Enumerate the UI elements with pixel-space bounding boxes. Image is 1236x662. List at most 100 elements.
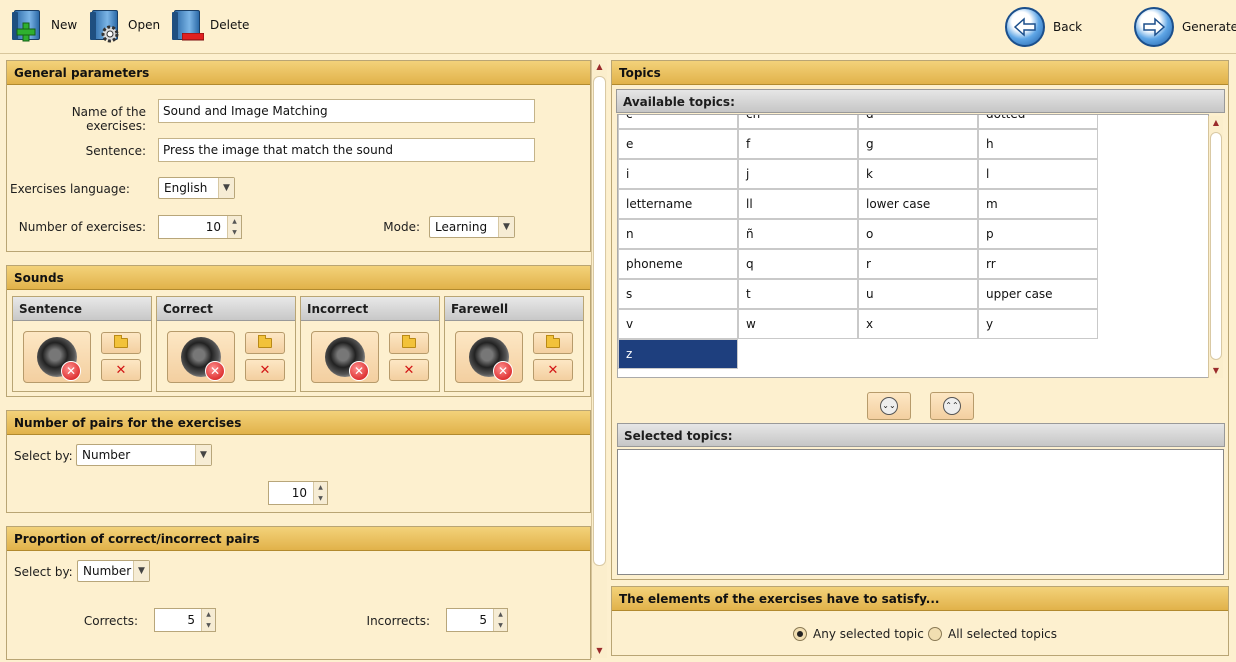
mode-select[interactable]: Learning ▼ <box>429 216 515 238</box>
topic-cell[interactable]: dotted <box>978 115 1098 129</box>
topic-cell[interactable]: g <box>858 129 978 159</box>
topic-cell[interactable]: n <box>618 219 738 249</box>
pairs-select[interactable]: Number ▼ <box>76 444 212 466</box>
satisfy-title: The elements of the exercises have to sa… <box>612 587 1228 611</box>
topic-cell[interactable]: y <box>978 309 1098 339</box>
selected-topics-list[interactable] <box>617 449 1224 575</box>
speaker-icon: ✕ <box>469 337 513 381</box>
left-scrollbar[interactable]: ▲ ▼ <box>591 60 607 658</box>
spinner-buttons[interactable]: ▲ ▼ <box>493 609 507 631</box>
topic-cell[interactable]: m <box>978 189 1098 219</box>
proportion-select[interactable]: Number ▼ <box>77 560 150 582</box>
clear-farewell-button[interactable]: ✕ <box>533 359 573 381</box>
topic-cell[interactable]: p <box>978 219 1098 249</box>
scroll-down-icon[interactable]: ▼ <box>592 644 607 658</box>
scroll-up-icon[interactable]: ▲ <box>592 60 607 74</box>
topic-cell[interactable]: e <box>618 129 738 159</box>
topic-cell[interactable]: d <box>858 115 978 129</box>
chevron-down-icon: ▼ <box>133 561 149 581</box>
topic-cell[interactable]: phoneme <box>618 249 738 279</box>
clear-incorrect-button[interactable]: ✕ <box>389 359 429 381</box>
topic-cell[interactable]: rr <box>978 249 1098 279</box>
play-sentence-button[interactable]: ✕ <box>23 331 91 383</box>
spinner-up-icon[interactable]: ▲ <box>494 609 507 620</box>
spinner-down-icon[interactable]: ▼ <box>494 620 507 631</box>
all-topics-radio[interactable]: All selected topics <box>928 627 1057 641</box>
scroll-down-icon[interactable]: ▼ <box>1209 364 1223 378</box>
topic-cell[interactable]: r <box>858 249 978 279</box>
language-select[interactable]: English ▼ <box>158 177 235 199</box>
topic-cell[interactable]: lettername <box>618 189 738 219</box>
sounds-title: Sounds <box>7 266 590 290</box>
any-topic-radio[interactable]: Any selected topic <box>793 627 924 641</box>
forward-arrow-icon <box>1134 7 1174 47</box>
radio-selected-icon <box>793 627 807 641</box>
add-topic-button[interactable]: ⌄⌄ <box>867 392 911 420</box>
all-topics-label: All selected topics <box>948 627 1058 641</box>
open-correct-button[interactable] <box>245 332 285 354</box>
folder-icon <box>546 335 560 348</box>
spinner-down-icon[interactable]: ▼ <box>228 227 241 238</box>
topic-cell[interactable]: w <box>738 309 858 339</box>
topic-cell[interactable]: t <box>738 279 858 309</box>
play-incorrect-button[interactable]: ✕ <box>311 331 379 383</box>
chevron-down-icon: ▼ <box>218 178 234 198</box>
topic-cell[interactable]: q <box>738 249 858 279</box>
name-input[interactable]: Sound and Image Matching <box>158 99 535 123</box>
topic-cell[interactable]: ch <box>738 115 858 129</box>
play-farewell-button[interactable]: ✕ <box>455 331 523 383</box>
topic-cell[interactable]: h <box>978 129 1098 159</box>
satisfy-panel: The elements of the exercises have to sa… <box>611 586 1229 656</box>
topic-cell[interactable]: f <box>738 129 858 159</box>
topic-cell[interactable]: s <box>618 279 738 309</box>
topic-cell[interactable]: upper case <box>978 279 1098 309</box>
number-exercises-spinner[interactable]: 10 ▲ ▼ <box>158 215 242 239</box>
play-correct-button[interactable]: ✕ <box>167 331 235 383</box>
open-sentence-button[interactable] <box>101 332 141 354</box>
incorrects-spinner[interactable]: 5 ▲ ▼ <box>446 608 508 632</box>
scroll-up-icon[interactable]: ▲ <box>1209 116 1223 130</box>
spinner-buttons[interactable]: ▲ ▼ <box>313 482 327 504</box>
topic-cell[interactable]: z <box>618 339 738 369</box>
topic-cell[interactable]: l <box>978 159 1098 189</box>
sentence-input[interactable]: Press the image that match the sound <box>158 138 535 162</box>
spinner-down-icon[interactable]: ▼ <box>314 493 327 504</box>
spinner-buttons[interactable]: ▲ ▼ <box>227 216 241 238</box>
topic-cell[interactable]: o <box>858 219 978 249</box>
topic-cell[interactable]: i <box>618 159 738 189</box>
clear-correct-button[interactable]: ✕ <box>245 359 285 381</box>
remove-topic-button[interactable]: ⌃⌃ <box>930 392 974 420</box>
topic-cell[interactable]: k <box>858 159 978 189</box>
new-button[interactable]: New <box>10 8 77 42</box>
spinner-up-icon[interactable]: ▲ <box>228 216 241 227</box>
spinner-down-icon[interactable]: ▼ <box>202 620 215 631</box>
back-button[interactable]: Back <box>1005 7 1082 47</box>
topic-cell[interactable]: ñ <box>738 219 858 249</box>
delete-button[interactable]: Delete <box>170 8 249 42</box>
corrects-value: 5 <box>187 613 195 627</box>
spinner-up-icon[interactable]: ▲ <box>202 609 215 620</box>
open-farewell-button[interactable] <box>533 332 573 354</box>
delete-label: Delete <box>210 18 250 32</box>
incorrects-label: Incorrects: <box>366 614 430 628</box>
pairs-count-spinner[interactable]: 10 ▲ ▼ <box>268 481 328 505</box>
topics-scrollbar[interactable]: ▲ ▼ <box>1208 116 1223 378</box>
topic-cell[interactable]: u <box>858 279 978 309</box>
topic-cell[interactable]: lower case <box>858 189 978 219</box>
clear-sentence-button[interactable]: ✕ <box>101 359 141 381</box>
generate-button[interactable]: Generate <box>1134 7 1236 47</box>
topic-cell[interactable]: ll <box>738 189 858 219</box>
scroll-thumb[interactable] <box>1210 132 1222 360</box>
spinner-buttons[interactable]: ▲ ▼ <box>201 609 215 631</box>
available-topics-list[interactable]: c ch d dotted e f g h i j k l lettername ll lower case… <box>617 114 1209 378</box>
corrects-spinner[interactable]: 5 ▲ ▼ <box>154 608 216 632</box>
number-exercises-value: 10 <box>205 220 221 234</box>
scroll-thumb[interactable] <box>593 76 606 566</box>
open-button[interactable]: Open <box>88 8 160 43</box>
topic-cell[interactable]: v <box>618 309 738 339</box>
spinner-up-icon[interactable]: ▲ <box>314 482 327 493</box>
open-incorrect-button[interactable] <box>389 332 429 354</box>
topic-cell[interactable]: x <box>858 309 978 339</box>
topic-cell[interactable]: c <box>618 115 738 129</box>
topic-cell[interactable]: j <box>738 159 858 189</box>
